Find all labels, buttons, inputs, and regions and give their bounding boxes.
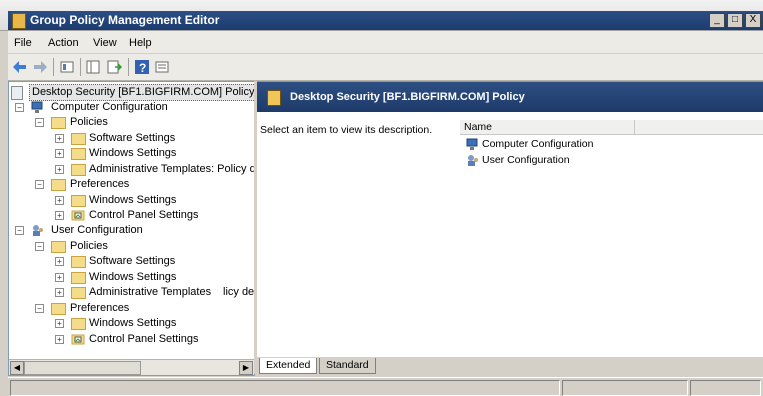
tree-label: Windows Settings: [89, 194, 177, 206]
tree-label: Preferences: [70, 178, 130, 190]
menu-file[interactable]: File: [14, 37, 32, 49]
tree-label: Windows Settings: [89, 317, 177, 329]
expand-icon[interactable]: +: [55, 165, 64, 174]
status-bar: [8, 377, 763, 396]
description-text: Select an item to view its description.: [260, 124, 433, 136]
tree-label: Computer Configuration: [51, 101, 168, 113]
tree-label: Software Settings: [89, 132, 176, 144]
toolbar: ?: [8, 54, 763, 81]
column-blank[interactable]: [635, 120, 763, 134]
scroll-right-button[interactable]: ▶: [239, 361, 253, 375]
expand-icon[interactable]: +: [55, 257, 64, 266]
collapse-icon[interactable]: −: [15, 103, 24, 112]
details-title: Desktop Security [BF1.BIGFIRM.COM] Polic…: [290, 91, 525, 103]
folder-icon: [71, 256, 86, 268]
tree-label: Windows Settings: [89, 271, 177, 283]
users-icon: [468, 155, 478, 166]
tree-label: Administrative Templates: Policy de: [89, 163, 255, 175]
title-bar: Group Policy Management Editor _ □ X: [0, 0, 763, 31]
list-item-label: User Configuration: [482, 154, 570, 166]
menu-bar: File Action View Help: [8, 31, 763, 53]
show-hide-tree-icon[interactable]: [85, 59, 101, 75]
tree-label: Administrative Templates: [89, 286, 212, 298]
expand-icon[interactable]: +: [55, 288, 64, 297]
tree-label-suffix: licy de: [223, 286, 255, 298]
window-title: Group Policy Management Editor: [30, 13, 220, 27]
expand-icon[interactable]: +: [55, 149, 64, 158]
scroll-thumb[interactable]: [24, 361, 141, 375]
tree-label: User Configuration: [51, 224, 143, 236]
tree-label: Software Settings: [89, 255, 176, 267]
folder-icon: [51, 179, 66, 191]
folder-icon: [51, 241, 66, 253]
tree-pane[interactable]: Desktop Security [BF1.BIGFIRM.COM] Polic…: [8, 81, 255, 376]
properties-icon[interactable]: [154, 59, 170, 75]
list-header: Name: [460, 120, 763, 135]
collapse-icon[interactable]: −: [15, 226, 24, 235]
tree-label: Policies: [70, 240, 108, 252]
users-icon: [33, 225, 43, 236]
folder-icon: [71, 195, 86, 207]
arrow-right-icon[interactable]: [32, 59, 48, 75]
view-tabs: Extended Standard: [257, 358, 763, 375]
expand-icon[interactable]: +: [55, 211, 64, 220]
menu-help[interactable]: Help: [129, 37, 152, 49]
close-button[interactable]: X: [745, 13, 761, 28]
list-item-label: Computer Configuration: [482, 138, 594, 150]
up-level-icon[interactable]: [59, 59, 75, 75]
folder-icon: [71, 133, 86, 145]
tree-label: Control Panel Settings: [89, 209, 199, 221]
tree-label: Windows Settings: [89, 147, 177, 159]
expand-icon[interactable]: +: [55, 273, 64, 282]
folder-icon: [51, 117, 66, 129]
control-panel-icon: [71, 334, 85, 345]
tree-label: Preferences: [70, 302, 130, 314]
expand-icon[interactable]: +: [55, 196, 64, 205]
tree-label: Policies: [70, 116, 108, 128]
folder-icon: [71, 148, 86, 160]
collapse-icon[interactable]: −: [35, 118, 44, 127]
details-pane: Desktop Security [BF1.BIGFIRM.COM] Polic…: [257, 81, 763, 357]
policy-icon: [267, 90, 281, 106]
minimize-button[interactable]: _: [709, 13, 725, 28]
title-strip: Group Policy Management Editor: [8, 11, 763, 30]
folder-icon: [71, 164, 86, 176]
folder-icon: [51, 303, 66, 315]
policy-icon: [11, 86, 23, 100]
tab-standard[interactable]: Standard: [319, 358, 376, 374]
menu-view[interactable]: View: [93, 37, 117, 49]
tree-label: Desktop Security [BF1.BIGFIRM.COM] Polic…: [29, 84, 254, 101]
scroll-left-button[interactable]: ◀: [10, 361, 24, 375]
expand-icon[interactable]: +: [55, 335, 64, 344]
expand-icon[interactable]: +: [55, 134, 64, 143]
help-icon[interactable]: ?: [134, 59, 150, 75]
column-name[interactable]: Name: [460, 120, 635, 134]
collapse-icon[interactable]: −: [35, 180, 44, 189]
arrow-left-icon[interactable]: [12, 59, 28, 75]
folder-icon: [71, 272, 86, 284]
export-list-icon[interactable]: [106, 59, 122, 75]
folder-icon: [71, 287, 86, 299]
tab-extended[interactable]: Extended: [259, 358, 318, 374]
collapse-icon[interactable]: −: [35, 304, 44, 313]
horizontal-scrollbar[interactable]: ◀ ▶: [9, 359, 254, 375]
computer-icon: [466, 138, 478, 150]
svg-text:?: ?: [139, 61, 146, 75]
control-panel-icon: [71, 210, 85, 221]
folder-icon: [71, 318, 86, 330]
collapse-icon[interactable]: −: [35, 242, 44, 251]
policy-icon: [12, 13, 26, 29]
computer-icon: [31, 101, 43, 113]
details-header: Desktop Security [BF1.BIGFIRM.COM] Polic…: [257, 82, 763, 112]
menu-action[interactable]: Action: [48, 37, 79, 49]
maximize-button[interactable]: □: [727, 13, 743, 28]
expand-icon[interactable]: +: [55, 319, 64, 328]
tree-label: Control Panel Settings: [89, 333, 199, 345]
